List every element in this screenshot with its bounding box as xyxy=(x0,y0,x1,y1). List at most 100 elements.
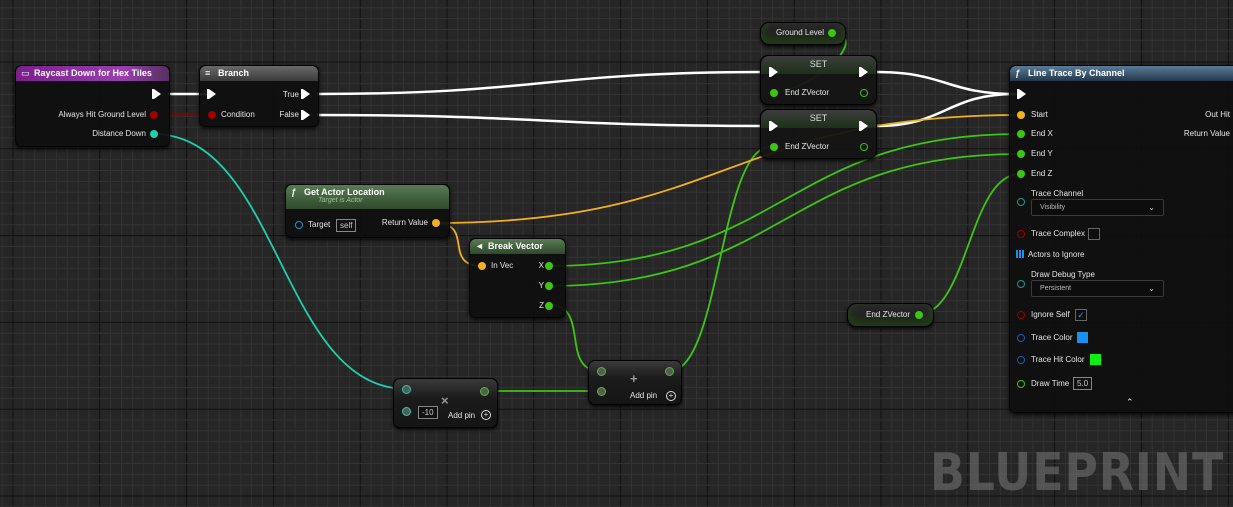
false-label: False xyxy=(279,110,299,119)
multiply-operator-icon: × xyxy=(441,393,449,408)
ground-level-pin[interactable] xyxy=(828,29,836,37)
multiply-value-field[interactable]: -10 xyxy=(418,406,438,419)
set-2-output-pin[interactable] xyxy=(860,143,868,151)
x-label: X xyxy=(538,261,544,270)
trace-complex-checkbox[interactable] xyxy=(1088,228,1100,240)
break-vector-title: Break Vector xyxy=(488,241,544,251)
condition-pin[interactable] xyxy=(208,111,216,119)
set-1-output-pin[interactable] xyxy=(860,89,868,97)
draw-debug-type-label: Draw Debug Type xyxy=(1031,270,1095,279)
break-vector-header: ◄ Break Vector xyxy=(470,239,565,254)
set-2-value-label: End ZVector xyxy=(785,142,830,151)
line-trace-header: ƒ Line Trace By Channel xyxy=(1010,66,1233,81)
false-exec-pin[interactable] xyxy=(301,110,310,120)
always-hit-pin[interactable] xyxy=(150,111,158,119)
set-2-value-pin[interactable] xyxy=(770,143,778,151)
distance-down-pin[interactable] xyxy=(150,130,158,138)
get-actor-location-node[interactable]: ƒ Get Actor Location Target is Actor Tar… xyxy=(285,184,450,238)
add-node[interactable]: + Add pin + xyxy=(588,360,682,405)
x-pin[interactable] xyxy=(545,262,553,270)
branch-node[interactable]: ≡ Branch Condition True False xyxy=(199,65,319,127)
multiply-input-b-pin[interactable] xyxy=(402,407,411,416)
target-pin[interactable] xyxy=(295,221,303,229)
trace-channel-dropdown[interactable]: Visibility ⌄ xyxy=(1031,199,1164,216)
distance-down-label: Distance Down xyxy=(92,129,146,138)
out-hit-label: Out Hit xyxy=(1205,110,1230,119)
trace-hit-color-swatch[interactable] xyxy=(1090,354,1101,365)
exec-out-pin[interactable] xyxy=(152,89,161,99)
branch-exec-in-pin[interactable] xyxy=(207,89,216,99)
z-pin[interactable] xyxy=(545,302,553,310)
trace-color-label: Trace Color xyxy=(1031,333,1073,342)
draw-debug-type-value: Persistent xyxy=(1040,285,1072,292)
end-zvector-getter[interactable]: End ZVector xyxy=(847,303,934,327)
end-z-pin[interactable] xyxy=(1017,170,1025,178)
branch-icon: ≡ xyxy=(205,68,211,78)
branch-header: ≡ Branch xyxy=(200,66,318,81)
chevron-up-icon[interactable]: ⌃ xyxy=(1126,397,1134,408)
trace-channel-pin[interactable] xyxy=(1017,198,1025,206)
actors-to-ignore-label: Actors to Ignore xyxy=(1028,250,1085,259)
set-2-exec-out-pin[interactable] xyxy=(859,121,868,131)
end-z-label: End Z xyxy=(1031,169,1053,178)
blueprint-watermark: BLUEPRINT xyxy=(930,443,1225,503)
ignore-self-pin[interactable] xyxy=(1017,311,1025,319)
ground-level-getter[interactable]: Ground Level xyxy=(760,22,846,45)
set-1-exec-in-pin[interactable] xyxy=(769,67,778,77)
return-value-pin[interactable] xyxy=(432,219,440,227)
start-pin[interactable] xyxy=(1017,111,1025,119)
line-trace-exec-in-pin[interactable] xyxy=(1017,89,1026,99)
add-pin-icon[interactable]: + xyxy=(666,391,676,401)
end-x-pin[interactable] xyxy=(1017,130,1025,138)
multiply-add-pin-label[interactable]: Add pin xyxy=(448,411,475,421)
ignore-self-label: Ignore Self xyxy=(1031,310,1070,319)
add-input-b-pin[interactable] xyxy=(597,387,606,396)
trace-hit-color-pin[interactable] xyxy=(1017,356,1025,364)
set-node-1[interactable]: SET End ZVector xyxy=(760,55,877,105)
trace-complex-label: Trace Complex xyxy=(1031,229,1085,238)
draw-debug-type-dropdown[interactable]: Persistent ⌄ xyxy=(1031,280,1164,297)
ground-level-label: Ground Level xyxy=(776,28,825,37)
end-zvector-pin[interactable] xyxy=(915,311,923,319)
end-y-pin[interactable] xyxy=(1017,150,1025,158)
add-output-pin[interactable] xyxy=(665,367,674,376)
draw-time-label: Draw Time xyxy=(1031,379,1070,388)
multiply-output-pin[interactable] xyxy=(480,387,489,396)
ignore-self-checkbox[interactable]: ✓ xyxy=(1075,309,1087,321)
event-node-raycast[interactable]: ▭ Raycast Down for Hex Tiles Always Hit … xyxy=(15,65,170,147)
add-add-pin-label[interactable]: Add pin xyxy=(630,391,657,401)
line-trace-node[interactable]: ƒ Line Trace By Channel Start End X End … xyxy=(1009,65,1233,413)
add-pin-icon[interactable]: + xyxy=(481,410,491,420)
set-node-2[interactable]: SET End ZVector xyxy=(760,109,877,159)
event-title: Raycast Down for Hex Tiles xyxy=(34,68,152,78)
trace-complex-pin[interactable] xyxy=(1017,230,1025,238)
end-x-label: End X xyxy=(1031,129,1053,138)
add-input-a-pin[interactable] xyxy=(597,367,606,376)
draw-time-pin[interactable] xyxy=(1017,380,1025,388)
set-1-value-pin[interactable] xyxy=(770,89,778,97)
event-icon: ▭ xyxy=(21,68,30,78)
in-vec-pin[interactable] xyxy=(478,262,486,270)
multiply-node[interactable]: -10 × Add pin + xyxy=(393,378,498,428)
set-1-exec-out-pin[interactable] xyxy=(859,67,868,77)
multiply-input-a-pin[interactable] xyxy=(402,385,411,394)
target-value-field[interactable]: self xyxy=(336,219,357,232)
draw-time-field[interactable]: 5.0 xyxy=(1073,377,1093,390)
trace-color-pin[interactable] xyxy=(1017,334,1025,342)
set-2-exec-in-pin[interactable] xyxy=(769,121,778,131)
always-hit-label: Always Hit Ground Level xyxy=(58,110,146,119)
trace-color-swatch[interactable] xyxy=(1077,332,1088,343)
z-label: Z xyxy=(539,301,544,310)
line-trace-title: Line Trace By Channel xyxy=(1028,68,1125,78)
trace-channel-label: Trace Channel xyxy=(1031,189,1084,198)
set-1-value-label: End ZVector xyxy=(785,88,830,97)
chevron-down-icon: ⌄ xyxy=(1148,284,1155,293)
get-actor-location-header: ƒ Get Actor Location Target is Actor xyxy=(286,185,449,209)
true-exec-pin[interactable] xyxy=(301,89,310,99)
y-pin[interactable] xyxy=(545,282,553,290)
event-node-header: ▭ Raycast Down for Hex Tiles xyxy=(16,66,169,81)
actors-to-ignore-pin-icon[interactable] xyxy=(1016,250,1024,258)
draw-debug-type-pin[interactable] xyxy=(1017,280,1025,288)
break-vector-node[interactable]: ◄ Break Vector In Vec X Y Z xyxy=(469,238,566,318)
break-struct-icon: ◄ xyxy=(475,241,484,251)
